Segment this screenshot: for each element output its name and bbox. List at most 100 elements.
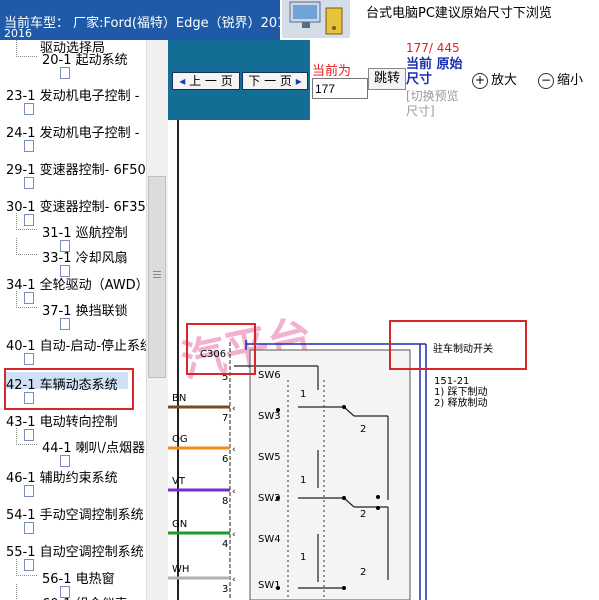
tree-item[interactable]: 24-1 发动机电子控制 -	[0, 121, 146, 152]
prev-page-label: 上 一 页	[189, 74, 233, 88]
tree-item-label: 31-1 巡航控制	[42, 226, 128, 241]
switch-label: SW6	[258, 370, 281, 381]
zoom-out-label: 缩小	[557, 73, 584, 88]
next-page-button[interactable]: 下 一 页 ▸	[242, 72, 308, 90]
switch-position-label: 1	[300, 475, 306, 486]
document-icon	[24, 522, 34, 534]
selection-annotation-box	[4, 368, 134, 410]
chevron-icon: ‹	[232, 487, 236, 497]
tree-connector	[16, 40, 37, 57]
chevron-icon: ‹	[232, 445, 236, 455]
tree-item-label: 37-1 换挡联锁	[42, 304, 128, 319]
current-vehicle-title: 当前车型： 厂家:Ford(福特）Edge（锐界）2015	[4, 16, 280, 31]
switch-position-label: 2	[360, 509, 366, 520]
original-size-link[interactable]: 当前 原始尺寸	[406, 57, 466, 87]
left-arrow-icon: ◂	[179, 74, 186, 88]
tree-item[interactable]: 54-1 手动空调控制系统	[0, 503, 146, 534]
tree-connector	[16, 291, 37, 308]
tree-item[interactable]: 29-1 变速器控制- 6F50	[0, 158, 146, 189]
tree-item[interactable]: 33-1 冷却风扇	[0, 238, 146, 277]
zoom-in-button[interactable]: + 放大	[472, 70, 517, 92]
computer-icon	[282, 0, 350, 38]
note-release-brake: 2) 释放制动	[434, 396, 487, 409]
tree-item-label: 40-1 自动-启动-停止系统	[6, 339, 146, 354]
tree-item-label: 20-1 起动系统	[42, 53, 128, 68]
tree-item-label: 55-1 自动空调控制系统	[6, 545, 144, 560]
tree-item-label: 24-1 发动机电子控制 -	[6, 126, 140, 141]
go-button[interactable]: 跳转	[368, 68, 406, 90]
wire-pin-label: 3	[222, 584, 228, 595]
zoom-in-icon: +	[472, 72, 488, 89]
tree-item[interactable]: 60-1 组合仪表	[0, 584, 146, 600]
right-arrow-icon: ▸	[295, 74, 302, 88]
tree-item-label: 46-1 辅助约束系统	[6, 471, 118, 486]
tree-item[interactable]: 56-1 电热窗	[0, 559, 146, 598]
banner-text: 台式电脑PC建议原始尺寸下浏览	[366, 6, 552, 21]
document-icon	[24, 485, 34, 497]
current-page-label: 当前为	[312, 64, 352, 79]
wire-color-label: WH	[172, 564, 189, 575]
chevron-icon: ‹	[232, 530, 236, 540]
zoom-in-label: 放大	[491, 73, 518, 88]
tree-item[interactable]: 30-1 变速器控制- 6F35	[0, 195, 146, 226]
toolbar-nav-panel: ◂ 上 一 页 下 一 页 ▸	[168, 40, 310, 120]
tree-item-label: 33-1 冷却风扇	[42, 251, 128, 266]
wire-pin-label: 7	[222, 413, 228, 424]
tree-item[interactable]: 43-1 电动转向控制	[0, 410, 146, 441]
tree-connector	[16, 238, 37, 255]
tree-item-label: 60-1 组合仪表	[42, 593, 128, 600]
document-icon	[24, 103, 34, 115]
switch-position-label: 2	[360, 567, 366, 578]
tree-connector	[16, 584, 37, 600]
tree-item[interactable]: 34-1 全轮驱动（AWD）	[0, 273, 146, 304]
next-page-label: 下 一 页	[248, 74, 292, 88]
tree-item[interactable]: 37-1 换挡联锁	[0, 291, 146, 330]
switch-label: SW1	[258, 580, 281, 591]
banner-ad[interactable]: 台式电脑PC建议原始尺寸下浏览	[280, 0, 599, 41]
document-icon	[24, 353, 34, 365]
switch-position-label: 2	[360, 424, 366, 435]
tree-item-label: 23-1 发动机电子控制 -	[6, 89, 140, 104]
tree-item[interactable]: 40-1 自动-启动-停止系统	[0, 334, 146, 365]
switch-label: SW2	[258, 493, 281, 504]
tree-connector	[16, 559, 37, 576]
tree-connector	[16, 213, 37, 230]
page-count: 177/ 445	[406, 41, 460, 55]
switch-label: SW3	[258, 411, 281, 422]
wire-color-label: BN	[172, 393, 186, 404]
tree-item[interactable]: 20-1 起动系统	[0, 40, 146, 79]
chevron-icon: ‹	[232, 404, 236, 414]
switch-label: SW5	[258, 452, 281, 463]
document-icon	[60, 67, 70, 79]
tree-item[interactable]: 44-1 喇叭/点烟器	[0, 428, 146, 467]
scrollbar-thumb[interactable]	[148, 176, 166, 378]
wire-pin-label: 4	[222, 539, 228, 550]
tree-items: 20-1 起动系统 23-1 发动机电子控制 - 24-1 发动机电子控制 - 29-…	[0, 40, 146, 600]
tree-connector	[16, 428, 37, 445]
component-ref: 151-21	[434, 376, 469, 387]
tree-item[interactable]: 46-1 辅助约束系统	[0, 466, 146, 497]
document-icon	[60, 318, 70, 330]
switch-position-label: 1	[300, 389, 306, 400]
tree-item[interactable]: 55-1 自动空调控制系统	[0, 540, 146, 571]
zoom-out-button[interactable]: − 缩小	[538, 70, 583, 92]
switch-position-label: 1	[300, 552, 306, 563]
switch-preview-size-link[interactable]: [切换预览尺寸]	[406, 89, 466, 119]
note-depress-brake: 1) 踩下制动	[434, 385, 487, 398]
wire-color-label: VT	[172, 476, 186, 487]
current-page-input[interactable]	[312, 78, 368, 99]
title-annotation-box	[389, 320, 527, 370]
zoom-out-icon: −	[538, 72, 554, 89]
chevron-icon: ‹	[232, 575, 236, 585]
tree-item-label: 56-1 电热窗	[42, 572, 115, 587]
switch-label: SW4	[258, 534, 281, 545]
tree-item[interactable]: 31-1 巡航控制	[0, 213, 146, 252]
wire-pin-label: 8	[222, 496, 228, 507]
tree-item[interactable]: 23-1 发动机电子控制 -	[0, 84, 146, 115]
current-vehicle-year: 2016	[4, 27, 32, 40]
wire-color-label: OG	[172, 434, 188, 445]
window-title-bar: 当前车型： 厂家:Ford(福特）Edge（锐界）2015 2016	[0, 0, 280, 40]
tree-item-label: 29-1 变速器控制- 6F50	[6, 163, 146, 178]
wire-pin-label: 6	[222, 454, 228, 465]
prev-page-button[interactable]: ◂ 上 一 页	[172, 72, 240, 90]
